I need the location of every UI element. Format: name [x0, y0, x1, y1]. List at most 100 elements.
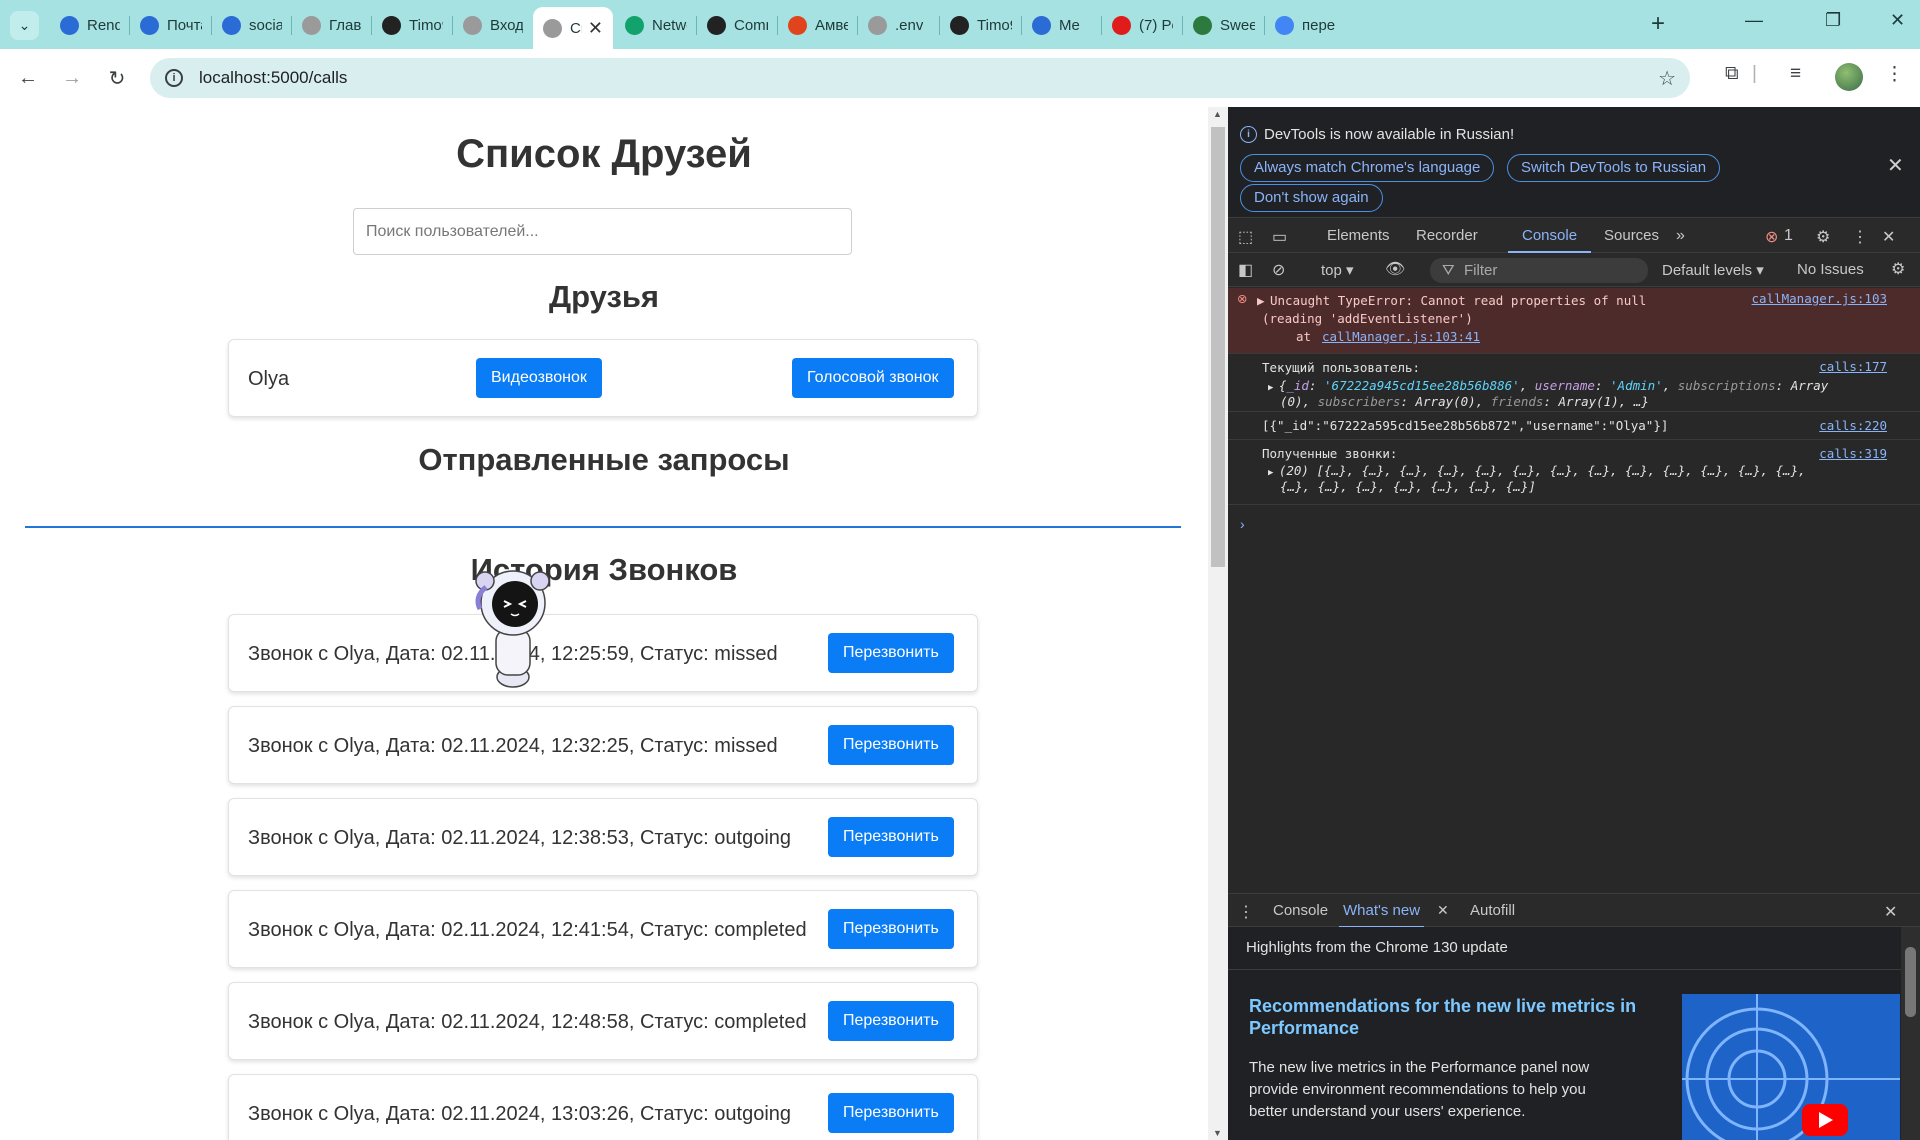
recall-button[interactable]: Перезвонить — [828, 817, 954, 857]
device-toolbar-icon[interactable]: ▭ — [1272, 227, 1287, 247]
whats-new-thumbnail[interactable] — [1682, 994, 1900, 1140]
console-settings-icon[interactable]: ⚙ — [1891, 259, 1905, 279]
search-input[interactable] — [353, 208, 852, 255]
context-selector[interactable]: top ▾ — [1321, 261, 1354, 279]
browser-tab[interactable]: Вход — [453, 7, 533, 43]
scrollbar-thumb[interactable] — [1905, 947, 1916, 1017]
media-controls-icon[interactable]: ≡ — [1790, 63, 1801, 85]
page-scrollbar[interactable]: ▲ ▼ — [1208, 107, 1228, 1140]
match-language-button[interactable]: Always match Chrome's language — [1240, 154, 1495, 182]
drawer-tab-autofill[interactable]: Autofill — [1470, 894, 1515, 928]
video-call-button[interactable]: Видеозвонок — [476, 358, 602, 398]
call-history-item: Звонок с Olya, Дата: 02.11.2024, 12:25:5… — [228, 614, 978, 692]
close-drawer-icon[interactable]: ✕ — [1884, 902, 1897, 922]
recall-button[interactable]: Перезвонить — [828, 633, 954, 673]
tab-search-button[interactable]: ⌄ — [10, 11, 39, 40]
browser-tab[interactable]: Comm — [697, 7, 778, 43]
log-array-line1[interactable]: ▶ (20) [{…}, {…}, {…}, {…}, {…}, {…}, {…… — [1268, 463, 1806, 478]
whats-new-headline[interactable]: Recommendations for the new live metrics… — [1249, 995, 1649, 1039]
forward-button[interactable]: → — [56, 62, 88, 94]
close-notice-icon[interactable]: ✕ — [1887, 153, 1904, 178]
browser-tab[interactable]: (7) Po — [1102, 7, 1183, 43]
devtools-menu-icon[interactable]: ⋮ — [1852, 227, 1868, 247]
browser-tab[interactable]: Me — [1022, 7, 1102, 43]
eye-icon[interactable]: 👁 — [1385, 259, 1405, 279]
drawer-tab-console[interactable]: Console — [1273, 894, 1328, 928]
console-prompt-icon[interactable]: › — [1240, 516, 1245, 532]
filter-input[interactable]: ⛛ Filter — [1430, 258, 1648, 283]
sidebar-toggle-icon[interactable]: ◧ — [1238, 260, 1253, 280]
browser-tab[interactable]: Timo9 — [940, 7, 1022, 43]
tab-title: Timo9 — [409, 16, 443, 34]
log-object-line1[interactable]: ▶ {_id: '67222a945cd15ee28b56b886', user… — [1268, 378, 1828, 393]
browser-tab[interactable]: Sweet — [1183, 7, 1265, 43]
menu-kebab-icon[interactable]: ⋮ — [1885, 63, 1904, 86]
browser-tab[interactable]: Netwo — [615, 7, 697, 43]
browser-tab[interactable]: Почта — [130, 7, 212, 43]
expand-arrow-icon[interactable]: ▶ — [1257, 293, 1265, 308]
site-info-icon[interactable]: i — [165, 69, 183, 87]
voice-call-button[interactable]: Голосовой звонок — [792, 358, 954, 398]
bookmark-star-icon[interactable]: ☆ — [1658, 66, 1676, 91]
browser-tab[interactable]: Cr✕ — [533, 7, 613, 49]
issues-counter[interactable]: No Issues — [1797, 261, 1864, 278]
error-source-link[interactable]: callManager.js:103 — [1752, 291, 1887, 306]
restore-icon[interactable]: ❐ — [1825, 10, 1841, 31]
log-source-link[interactable]: calls:319 — [1819, 446, 1887, 461]
error-stack-link[interactable]: callManager.js:103:41 — [1322, 329, 1480, 344]
minimize-icon[interactable]: — — [1745, 10, 1763, 31]
browser-tab[interactable]: Главн — [292, 7, 372, 43]
scrollbar-thumb[interactable] — [1211, 127, 1225, 567]
browser-tab[interactable]: .env — [858, 7, 940, 43]
tab-console[interactable]: Console — [1508, 219, 1592, 253]
recall-button[interactable]: Перезвонить — [828, 1093, 954, 1133]
settings-gear-icon[interactable]: ⚙ — [1816, 227, 1830, 247]
tab-title: Вход — [490, 16, 523, 34]
recall-button[interactable]: Перезвонить — [828, 725, 954, 765]
filter-icon: ⛛ — [1442, 262, 1455, 279]
close-tab-icon[interactable]: ✕ — [582, 18, 603, 39]
clear-console-icon[interactable]: ⊘ — [1272, 260, 1285, 280]
drawer-menu-icon[interactable]: ⋮ — [1238, 902, 1254, 922]
browser-tab[interactable]: Амвер — [778, 7, 858, 43]
reload-button[interactable]: ↻ — [101, 62, 133, 94]
close-devtools-icon[interactable]: ✕ — [1882, 227, 1895, 247]
drawer-scrollbar[interactable] — [1901, 927, 1920, 1140]
avatar[interactable] — [1835, 63, 1863, 91]
scroll-up-icon[interactable]: ▲ — [1213, 109, 1222, 119]
drawer-tab-whats-new[interactable]: What's new — [1339, 894, 1425, 928]
error-count[interactable]: 1 — [1784, 227, 1793, 245]
tab-elements[interactable]: Elements — [1327, 219, 1390, 253]
tab-sources[interactable]: Sources — [1604, 219, 1659, 253]
error-badge-icon[interactable]: ⊗ — [1765, 227, 1778, 247]
browser-tab[interactable]: Render — [50, 7, 130, 43]
log-source-link[interactable]: calls:220 — [1819, 418, 1887, 433]
scroll-down-icon[interactable]: ▼ — [1213, 1128, 1222, 1138]
tab-separator — [371, 16, 372, 35]
tab-title: Render — [87, 16, 120, 34]
tab-recorder[interactable]: Recorder — [1416, 219, 1478, 253]
back-button[interactable]: ← — [12, 62, 44, 94]
extensions-icon[interactable]: ⧉ — [1725, 63, 1739, 85]
tab-title: Timo9 — [977, 16, 1012, 34]
more-tabs-icon[interactable]: » — [1676, 227, 1685, 245]
switch-language-button[interactable]: Switch DevTools to Russian — [1507, 154, 1721, 182]
language-notice: i DevTools is now available in Russian! … — [1228, 107, 1920, 218]
toolbar-divider: | — [1752, 63, 1757, 84]
log-levels-dropdown[interactable]: Default levels ▾ — [1662, 261, 1764, 279]
log-source-link[interactable]: calls:177 — [1819, 359, 1887, 374]
call-description: Звонок с Olya, Дата: 02.11.2024, 12:48:5… — [248, 1011, 807, 1033]
tab-title: Почта — [167, 16, 202, 34]
browser-tab[interactable]: social — [212, 7, 292, 43]
close-window-icon[interactable]: ✕ — [1890, 10, 1905, 31]
console-log-friends-json: [{"_id":"67222a595cd15ee28b56b872","user… — [1228, 413, 1920, 440]
new-tab-button[interactable]: + — [1651, 12, 1665, 36]
browser-tab[interactable]: Timo9 — [372, 7, 453, 43]
recall-button[interactable]: Перезвонить — [828, 1001, 954, 1041]
recall-button[interactable]: Перезвонить — [828, 909, 954, 949]
address-bar[interactable]: i localhost:5000/calls ☆ — [150, 58, 1690, 98]
browser-tab[interactable]: переп — [1265, 7, 1345, 43]
dont-show-again-button[interactable]: Don't show again — [1240, 184, 1383, 212]
inspect-element-icon[interactable]: ⬚ — [1238, 227, 1253, 247]
close-tab-icon[interactable]: ✕ — [1437, 902, 1449, 919]
